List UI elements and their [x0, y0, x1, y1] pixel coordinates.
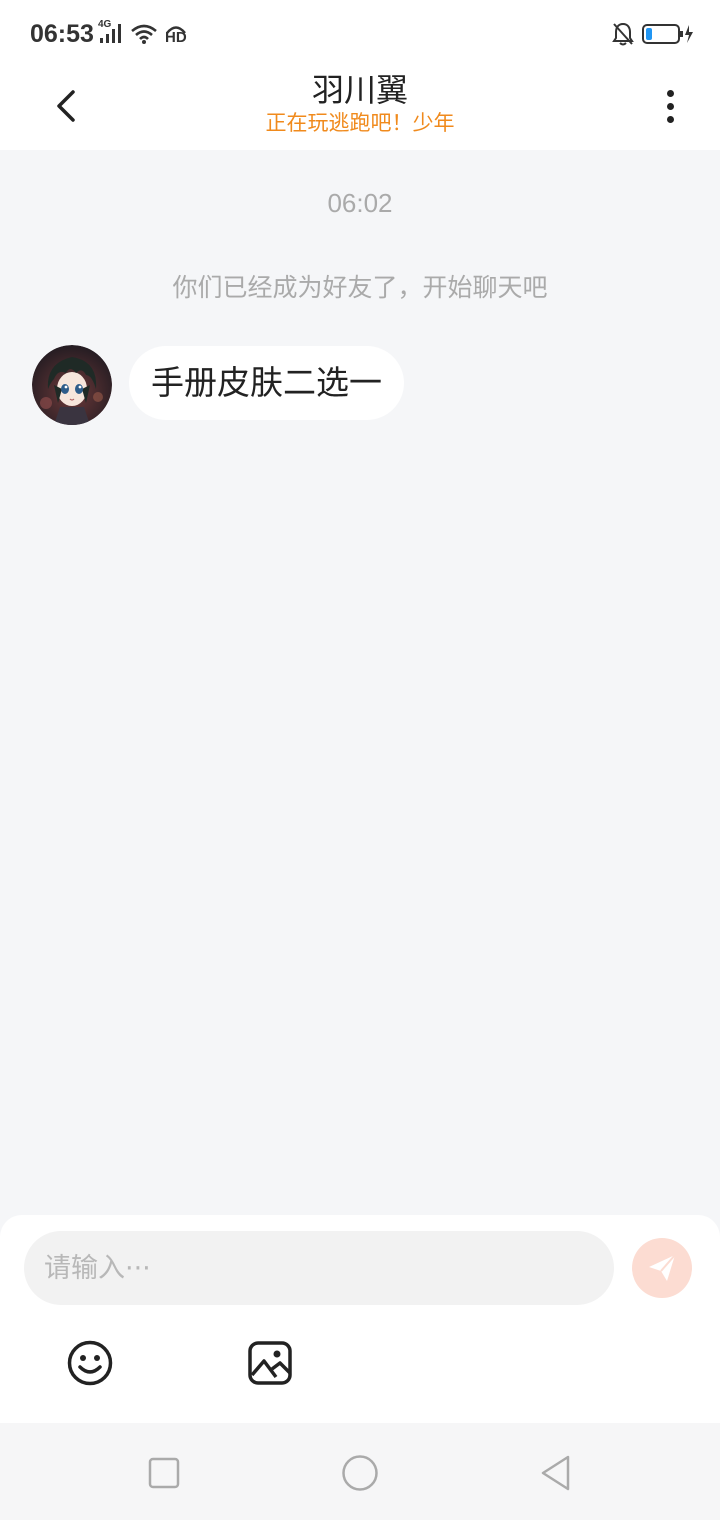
avatar[interactable]	[32, 345, 112, 425]
back-nav-button[interactable]	[536, 1453, 576, 1493]
message-input[interactable]	[24, 1231, 614, 1305]
hd-label: HD	[165, 29, 187, 46]
more-options-button[interactable]	[646, 78, 694, 134]
chevron-left-icon	[57, 90, 75, 122]
triangle-back-icon	[541, 1455, 570, 1491]
image-icon	[248, 1341, 292, 1385]
more-dot-icon	[666, 102, 674, 110]
battery-icon	[642, 22, 694, 46]
more-dot-icon	[666, 115, 674, 123]
home-button[interactable]	[340, 1453, 380, 1493]
recents-button[interactable]	[144, 1453, 184, 1493]
send-button[interactable]	[632, 1238, 692, 1298]
circle-icon	[342, 1455, 378, 1491]
image-button[interactable]	[246, 1339, 294, 1387]
smiley-icon	[67, 1340, 113, 1386]
status-bar: 06:53 4G HD	[0, 0, 720, 72]
chat-timestamp: 06:02	[327, 188, 393, 218]
contact-name: 羽川翼	[311, 71, 408, 109]
message-row: 手册皮肤二选一	[32, 345, 404, 425]
hd-icon: HD	[164, 22, 188, 46]
emoji-button[interactable]	[66, 1339, 114, 1387]
system-message: 你们已经成为好友了，开始聊天吧	[172, 273, 548, 302]
composer-panel	[0, 1215, 720, 1423]
signal-icon: 4G	[98, 19, 124, 45]
status-icons-right	[612, 22, 694, 46]
status-icons-left: 4G HD	[98, 19, 188, 46]
back-button[interactable]	[38, 78, 94, 134]
square-icon	[148, 1457, 180, 1489]
avatar-image	[32, 345, 112, 425]
more-dot-icon	[666, 89, 674, 97]
contact-status: 正在玩逃跑吧！少年	[265, 111, 455, 135]
wifi-icon	[130, 23, 158, 45]
chat-header: 羽川翼 正在玩逃跑吧！少年	[0, 72, 720, 150]
status-time: 06:53	[30, 20, 94, 48]
system-nav-bar	[0, 1423, 720, 1520]
send-icon	[649, 1254, 676, 1281]
mute-bell-icon	[612, 22, 634, 46]
message-bubble[interactable]: 手册皮肤二选一	[129, 346, 404, 420]
chat-area[interactable]: 06:02 你们已经成为好友了，开始聊天吧 手册皮肤二选一	[0, 150, 720, 1215]
